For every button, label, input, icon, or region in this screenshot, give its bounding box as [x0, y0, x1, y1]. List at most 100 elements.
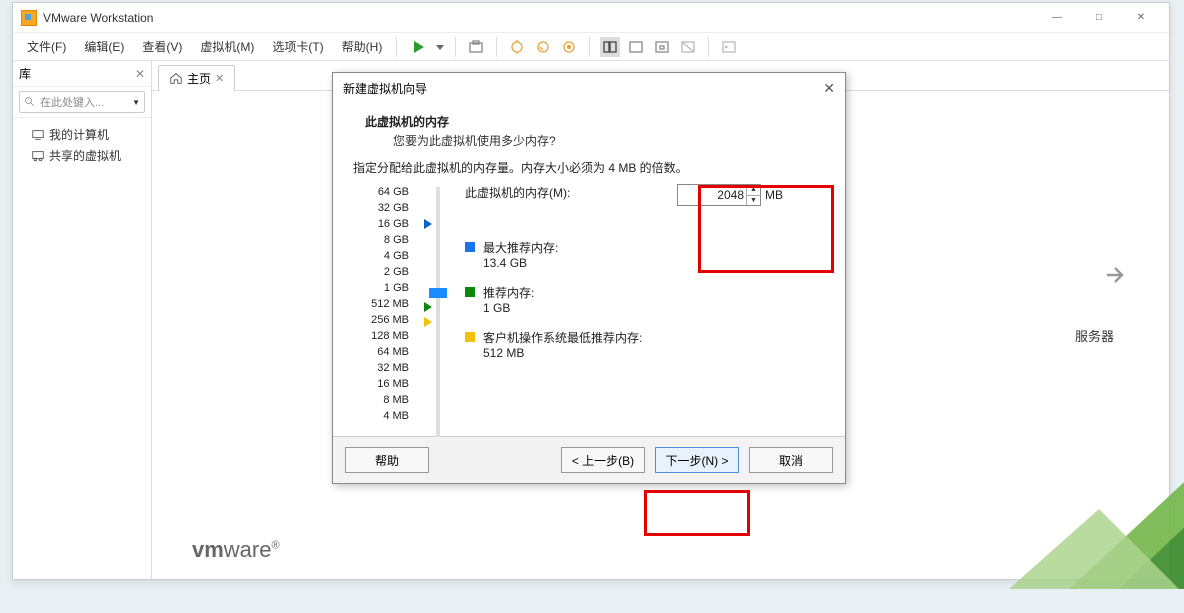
home-icon: [169, 71, 183, 85]
scale-tick: 16 GB: [351, 216, 409, 232]
separator: [589, 37, 590, 57]
min-marker-icon: [424, 317, 432, 327]
memory-spinner[interactable]: 2048 ▲ ▼: [677, 184, 761, 206]
separator: [455, 37, 456, 57]
memory-value: 2048: [717, 188, 744, 202]
menu-file[interactable]: 文件(F): [19, 34, 74, 59]
sidebar-title: 库: [19, 65, 31, 82]
menu-vm[interactable]: 虚拟机(M): [192, 34, 262, 59]
close-button[interactable]: ✕: [1121, 4, 1161, 32]
play-icon[interactable]: [409, 37, 429, 57]
titlebar: VMware Workstation — □ ✕: [13, 3, 1169, 33]
memory-unit: MB: [765, 188, 783, 202]
app-title: VMware Workstation: [43, 11, 153, 25]
manage-icon[interactable]: [559, 37, 579, 57]
dialog-instruction: 指定分配给此虚拟机的内存量。内存大小必须为 4 MB 的倍数。: [353, 159, 827, 176]
tree-item-shared-vms[interactable]: 共享的虚拟机: [17, 145, 147, 166]
dialog-title: 新建虚拟机向导: [343, 80, 427, 97]
tab-close-icon[interactable]: ✕: [215, 72, 224, 85]
tab-label: 主页: [187, 70, 211, 87]
thumbnail-view-icon[interactable]: [600, 37, 620, 57]
search-input[interactable]: 在此处键入... ▼: [19, 91, 145, 113]
slider-thumb[interactable]: [429, 288, 447, 298]
sidebar-search: 在此处键入... ▼: [13, 87, 151, 118]
scale-tick: 4 MB: [351, 408, 409, 424]
single-view-icon[interactable]: [626, 37, 646, 57]
next-button[interactable]: 下一步(N) >: [655, 447, 739, 473]
guest-min-block: 客户机操作系统最低推荐内存: 512 MB: [483, 329, 642, 360]
tree-item-my-computer[interactable]: 我的计算机: [17, 124, 147, 145]
scale-tick: 64 GB: [351, 184, 409, 200]
cancel-button[interactable]: 取消: [749, 447, 833, 473]
scale-tick: 128 MB: [351, 328, 409, 344]
menubar: 文件(F) 编辑(E) 查看(V) 虚拟机(M) 选项卡(T) 帮助(H): [13, 33, 1169, 61]
scale-tick: 8 MB: [351, 392, 409, 408]
scale-tick: 1 GB: [351, 280, 409, 296]
scale-tick: 4 GB: [351, 248, 409, 264]
rec-block: 推荐内存: 1 GB: [483, 284, 534, 315]
scale-tick: 512 MB: [351, 296, 409, 312]
separator: [496, 37, 497, 57]
minimize-button[interactable]: —: [1037, 4, 1077, 32]
menu-help[interactable]: 帮助(H): [334, 34, 391, 59]
snapshot-icon[interactable]: [507, 37, 527, 57]
sidebar-close-icon[interactable]: ✕: [135, 67, 145, 81]
memory-info: 此虚拟机的内存(M): 最大推荐内存: 13.4 GB 推荐内存: 1 GB: [465, 184, 827, 424]
menu-edit[interactable]: 编辑(E): [76, 34, 132, 59]
dialog-body: 此虚拟机的内存 您要为此虚拟机使用多少内存? 指定分配给此虚拟机的内存量。内存大…: [333, 103, 845, 436]
scale-tick: 8 GB: [351, 232, 409, 248]
rec-value: 1 GB: [483, 301, 534, 315]
tree-label: 我的计算机: [49, 126, 109, 143]
spinner-buttons: ▲ ▼: [746, 185, 760, 205]
tab-home[interactable]: 主页 ✕: [158, 65, 235, 91]
search-icon: [24, 96, 36, 108]
guest-min-label: 客户机操作系统最低推荐内存:: [483, 329, 642, 346]
menu-view[interactable]: 查看(V): [134, 34, 190, 59]
dialog-heading: 此虚拟机的内存: [365, 113, 827, 130]
rec-marker-icon: [424, 302, 432, 312]
max-rec-block: 最大推荐内存: 13.4 GB: [483, 239, 558, 270]
new-vm-wizard-dialog: 新建虚拟机向导 ✕ 此虚拟机的内存 您要为此虚拟机使用多少内存? 指定分配给此虚…: [332, 72, 846, 484]
memory-scale: 64 GB 32 GB 16 GB 8 GB 4 GB 2 GB 1 GB 51…: [351, 184, 409, 424]
computer-icon: [31, 128, 45, 142]
revert-icon[interactable]: [533, 37, 553, 57]
fullscreen-icon[interactable]: [652, 37, 672, 57]
screenshot-icon[interactable]: [466, 37, 486, 57]
dropdown-icon[interactable]: [435, 37, 445, 57]
separator: [708, 37, 709, 57]
server-label: 服务器: [1075, 326, 1114, 345]
spin-down-icon[interactable]: ▼: [747, 196, 760, 206]
separator: [396, 37, 397, 57]
memory-slider[interactable]: [427, 184, 447, 424]
tree-label: 共享的虚拟机: [49, 147, 121, 164]
guest-min-value: 512 MB: [483, 346, 642, 360]
maximize-button[interactable]: □: [1079, 4, 1119, 32]
back-button[interactable]: < 上一步(B): [561, 447, 645, 473]
unity-icon[interactable]: [678, 37, 698, 57]
memory-area: 64 GB 32 GB 16 GB 8 GB 4 GB 2 GB 1 GB 51…: [351, 184, 827, 424]
console-icon[interactable]: [719, 37, 739, 57]
max-rec-value: 13.4 GB: [483, 256, 558, 270]
shared-icon: [31, 149, 45, 163]
dialog-question: 您要为此虚拟机使用多少内存?: [393, 132, 827, 149]
memory-input-group: 2048 ▲ ▼ MB: [677, 184, 783, 206]
search-dropdown-icon[interactable]: ▼: [132, 98, 140, 107]
help-button[interactable]: 帮助: [345, 447, 429, 473]
scale-tick: 64 MB: [351, 344, 409, 360]
window-controls: — □ ✕: [1037, 4, 1161, 32]
yellow-square-icon: [465, 332, 475, 342]
scale-tick: 32 GB: [351, 200, 409, 216]
sidebar: 库 ✕ 在此处键入... ▼ 我的计算机 共享的虚拟机: [13, 61, 152, 579]
max-marker-icon: [424, 219, 432, 229]
scale-tick: 32 MB: [351, 360, 409, 376]
decorative-triangles: [1009, 459, 1184, 589]
menu-tabs[interactable]: 选项卡(T): [264, 34, 331, 59]
scale-tick: 16 MB: [351, 376, 409, 392]
rec-label: 推荐内存:: [483, 284, 534, 301]
max-rec-label: 最大推荐内存:: [483, 239, 558, 256]
spin-up-icon[interactable]: ▲: [747, 185, 760, 196]
app-icon: [21, 10, 37, 26]
dialog-close-icon[interactable]: ✕: [823, 80, 835, 97]
toolbar: [409, 37, 739, 57]
vmware-logo: vmware®: [192, 537, 280, 563]
